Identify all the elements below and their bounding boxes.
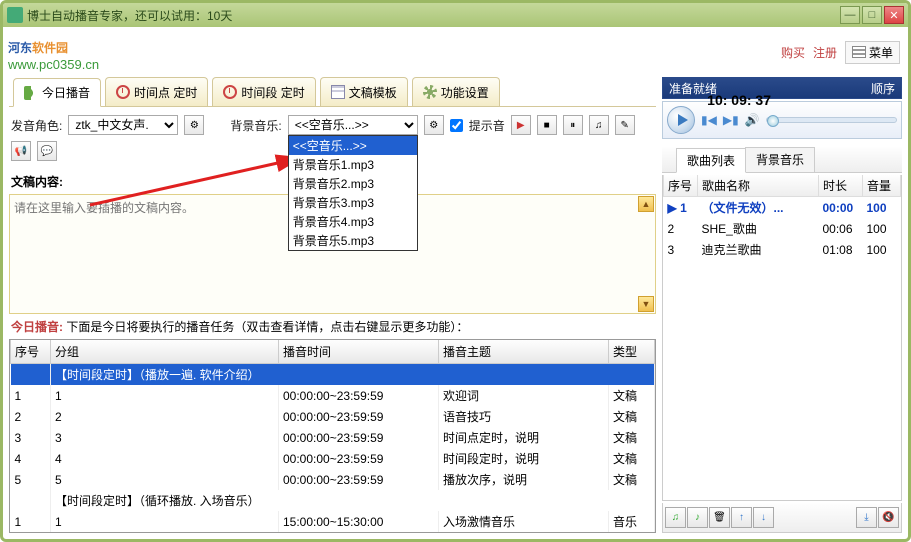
playlist-grid[interactable]: 序号 歌曲名称 时长 音量 ▶ 1（文件无效）...00:001002SHE_歌… <box>662 175 902 501</box>
table-row[interactable]: 1115:00:00~15:30:00入场激情音乐音乐 <box>11 511 655 532</box>
tab-songlist[interactable]: 歌曲列表 <box>676 148 746 173</box>
table-row[interactable]: 1100:00:00~23:59:59欢迎词文稿 <box>11 385 655 406</box>
clock-display: 10: 09: 37 <box>707 92 771 108</box>
menu-icon <box>852 46 866 58</box>
buy-link[interactable]: 购买 <box>781 44 805 61</box>
tab-template[interactable]: 文稿模板 <box>320 77 408 106</box>
player-status-bar: 准备就绪 顺序 <box>662 77 902 99</box>
bgm-dropdown-list: <<空音乐...>>背景音乐1.mp3背景音乐2.mp3背景音乐3.mp3背景音… <box>288 135 418 251</box>
window-title: 博士自动播音专家，还可以试用：10天 <box>27 7 840 24</box>
bgm-config-button[interactable]: ⚙ <box>424 115 444 135</box>
pl-col-name[interactable]: 歌曲名称 <box>698 175 819 197</box>
pl-col-vol[interactable]: 音量 <box>863 175 901 197</box>
pl-col-seq[interactable]: 序号 <box>664 175 698 197</box>
pl-col-dur[interactable]: 时长 <box>819 175 863 197</box>
tab-settings[interactable]: 功能设置 <box>412 77 500 106</box>
menu-button[interactable]: 菜单 <box>845 41 900 64</box>
play-big-button[interactable] <box>667 106 695 134</box>
progress-bar[interactable] <box>766 117 897 123</box>
col-topic[interactable]: 播音主题 <box>439 340 609 364</box>
table-row[interactable]: 【时间段定时】（播放一遍. 软件介绍） <box>11 364 655 386</box>
bgm-option[interactable]: 背景音乐5.mp3 <box>289 231 417 250</box>
col-time[interactable]: 播音时间 <box>279 340 439 364</box>
voice-select[interactable]: ztk_中文女声. <box>68 115 178 135</box>
tab-timerange[interactable]: 时间段 定时 <box>212 77 315 106</box>
minimize-button[interactable]: — <box>840 6 860 24</box>
schedule-grid[interactable]: 序号 分组 播音时间 播音主题 类型 【时间段定时】（播放一遍. 软件介绍）11… <box>9 339 656 533</box>
chat-button[interactable]: 💬 <box>37 141 57 161</box>
broadcast-button[interactable]: 📢 <box>11 141 31 161</box>
bgm-option[interactable]: 背景音乐2.mp3 <box>289 174 417 193</box>
move-down-button[interactable]: ↓ <box>753 507 774 528</box>
col-group[interactable]: 分组 <box>51 340 279 364</box>
close-button[interactable]: ✕ <box>884 6 904 24</box>
player-controls: ▮◀ ▶▮ 🔊 <box>662 101 902 139</box>
table-row[interactable]: 4400:00:00~23:59:59时间段定时，说明文稿 <box>11 448 655 469</box>
delete-button[interactable]: 🗑 <box>709 507 730 528</box>
alert-checkbox[interactable] <box>450 119 463 132</box>
tab-bgmlist[interactable]: 背景音乐 <box>745 147 815 172</box>
bgm-option[interactable]: 背景音乐4.mp3 <box>289 212 417 231</box>
add-folder-button[interactable]: ♪ <box>687 507 708 528</box>
move-up-button[interactable]: ↑ <box>731 507 752 528</box>
edit-button[interactable]: ✎ <box>615 115 635 135</box>
bgm-option[interactable]: 背景音乐1.mp3 <box>289 155 417 174</box>
speaker-icon <box>24 86 38 100</box>
topbar: 购买 注册 菜单 <box>3 27 908 77</box>
app-icon <box>7 7 23 23</box>
next-button[interactable]: ▶▮ <box>723 113 739 127</box>
table-row[interactable]: 5500:00:00~23:59:59播放次序，说明文稿 <box>11 469 655 490</box>
list-item[interactable]: 2SHE_歌曲00:06100 <box>664 218 901 239</box>
alert-label: 提示音 <box>469 117 505 134</box>
main-tabs: 今日播音 时间点 定时 时间段 定时 文稿模板 功能设置 <box>9 77 656 107</box>
today-section-label: 今日播音: 下面是今日将要执行的播音任务（双击查看详情，点击右键显示更多功能）： <box>9 314 656 339</box>
table-row[interactable]: 3300:00:00~23:59:59时间点定时，说明文稿 <box>11 427 655 448</box>
export-button[interactable]: ⤓ <box>856 507 877 528</box>
mute-button[interactable]: 🔇 <box>878 507 899 528</box>
col-type[interactable]: 类型 <box>609 340 655 364</box>
bgm-select[interactable]: <<空音乐...>> <<空音乐...>>背景音乐1.mp3背景音乐2.mp3背… <box>288 115 418 135</box>
playlist-toolbar: ♫ ♪ 🗑 ↑ ↓ ⤓ 🔇 <box>662 503 902 533</box>
volume-icon[interactable]: 🔊 <box>745 113 760 127</box>
content-label: 文稿内容: <box>11 175 63 189</box>
gear-icon <box>423 85 437 99</box>
add-music-button[interactable]: ♫ <box>665 507 686 528</box>
clock-icon <box>116 85 130 99</box>
doc-icon <box>331 85 345 99</box>
play-button[interactable]: ▶ <box>511 115 531 135</box>
voice-config-button[interactable]: ⚙ <box>184 115 204 135</box>
list-item[interactable]: ▶ 1（文件无效）...00:00100 <box>664 197 901 219</box>
tab-timepoint[interactable]: 时间点 定时 <box>105 77 208 106</box>
scroll-up-button[interactable]: ▲ <box>638 196 654 212</box>
bgm-option[interactable]: 背景音乐3.mp3 <box>289 193 417 212</box>
tab-today[interactable]: 今日播音 <box>13 78 101 107</box>
bgm-option[interactable]: <<空音乐...>> <box>289 136 417 155</box>
table-row[interactable]: 2215:00:00~15:30:00入场激情音乐 再播一次音乐 <box>11 532 655 533</box>
stop-button[interactable]: ■ <box>537 115 557 135</box>
bgm-label: 背景音乐: <box>230 117 281 134</box>
table-row[interactable]: 2200:00:00~23:59:59语音技巧文稿 <box>11 406 655 427</box>
scroll-down-button[interactable]: ▼ <box>638 296 654 312</box>
music-button[interactable]: ♫ <box>589 115 609 135</box>
titlebar: 博士自动播音专家，还可以试用：10天 — □ ✕ <box>3 3 908 27</box>
maximize-button[interactable]: □ <box>862 6 882 24</box>
list-item[interactable]: 3迪克兰歌曲01:08100 <box>664 239 901 260</box>
voice-label: 发音角色: <box>11 117 62 134</box>
col-seq[interactable]: 序号 <box>11 340 51 364</box>
playlist-tabs: 歌曲列表 背景音乐 <box>662 147 902 173</box>
table-row[interactable]: 【时间段定时】（循环播放. 入场音乐） <box>11 490 655 511</box>
player-mode[interactable]: 顺序 <box>871 80 895 97</box>
prev-button[interactable]: ▮◀ <box>701 113 717 127</box>
pause-button[interactable]: ⏸ <box>563 115 583 135</box>
register-link[interactable]: 注册 <box>813 44 837 61</box>
clock-icon <box>223 85 237 99</box>
